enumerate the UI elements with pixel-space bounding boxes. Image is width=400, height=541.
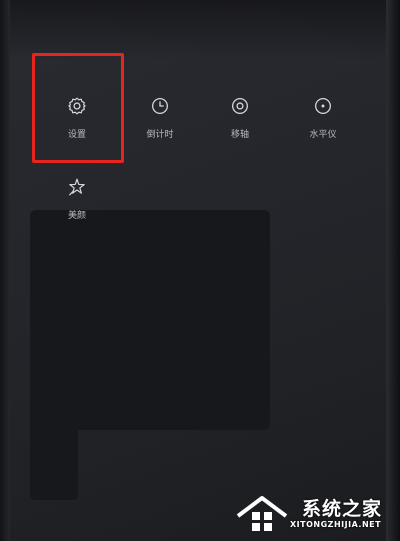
timer-label: 倒计时 <box>146 130 174 140</box>
beauty-label: 美颜 <box>67 211 86 221</box>
watermark-brand-cn: 系统之家 <box>302 498 383 520</box>
timer-icon <box>152 98 168 114</box>
beauty-sparkle-icon <box>69 178 85 196</box>
level-button[interactable]: 水平仪 <box>293 95 353 140</box>
camera-settings-screen: 设置 倒计时 移轴 水平仪 美颜 系统之家 XITONGZHIJIA.NET <box>0 0 400 541</box>
level-icon <box>315 98 331 114</box>
beauty-button[interactable]: 美颜 <box>47 176 107 221</box>
top-shade <box>0 0 400 60</box>
phone-edge-left <box>0 0 10 541</box>
tilt-shift-icon <box>232 98 248 114</box>
house-logo-icon <box>236 496 288 531</box>
level-label: 水平仪 <box>309 130 337 140</box>
tilt-shift-label: 移轴 <box>230 130 249 140</box>
timer-button[interactable]: 倒计时 <box>130 95 190 140</box>
phone-edge-right <box>386 0 400 541</box>
camera-preview-dark-area-tail <box>30 420 78 500</box>
watermark-brand-en: XITONGZHIJIA.NET <box>290 520 382 529</box>
camera-preview-dark-area <box>30 210 270 430</box>
tilt-shift-button[interactable]: 移轴 <box>210 95 270 140</box>
watermark: 系统之家 XITONGZHIJIA.NET <box>232 492 394 536</box>
settings-highlight-box <box>32 53 124 163</box>
